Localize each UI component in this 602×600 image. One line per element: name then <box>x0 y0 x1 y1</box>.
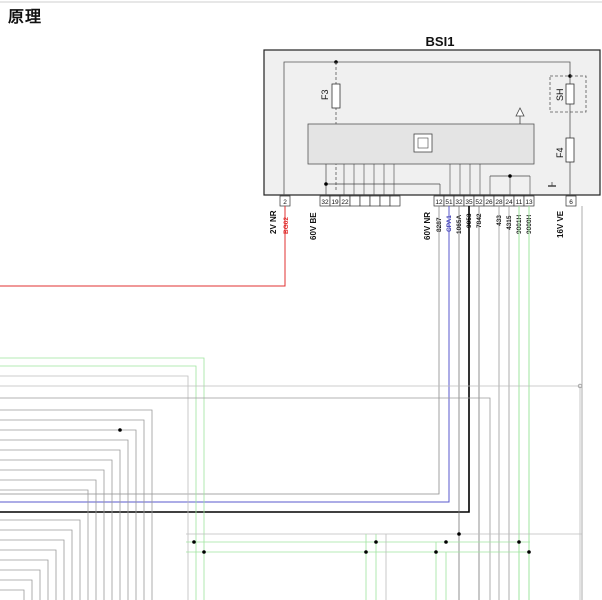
junction-node <box>202 550 206 554</box>
bsi1-module-box <box>263 49 601 196</box>
wire-code: 7842 <box>476 213 483 228</box>
pin-number: 13 <box>525 199 533 206</box>
pin-number: 32 <box>321 199 329 206</box>
pin-number: 12 <box>435 199 443 206</box>
chip-icon <box>413 133 433 153</box>
pin-number: 26 <box>485 199 493 206</box>
schematic-canvas: 原理 BSI1 F3 SH F4 2 32 19 22 12 51 32 35 … <box>0 0 602 600</box>
junction-node <box>118 428 122 432</box>
pin-box-empty <box>359 195 371 207</box>
connector-label: 16V VE <box>556 210 565 238</box>
fuse-f3-label: F3 <box>320 89 330 100</box>
wire-bg02 <box>0 206 286 287</box>
pin-box-empty <box>389 195 401 207</box>
pin-box-empty <box>379 195 391 207</box>
pin-number: 2 <box>283 199 287 206</box>
connector-label: 60V NR <box>423 212 432 240</box>
wire-8287 <box>0 206 440 495</box>
pin-number: 24 <box>505 199 513 206</box>
pin-number: 52 <box>475 199 483 206</box>
pin-number: 35 <box>465 199 473 206</box>
shunt-element <box>565 83 575 105</box>
wire-code: 8287 <box>436 217 443 232</box>
pin-number: 22 <box>341 199 349 206</box>
junction-node <box>444 540 448 544</box>
internal-node <box>324 182 328 186</box>
wire-code: 433 <box>496 215 503 226</box>
wire-9053 <box>0 206 470 513</box>
connector-label: 60V BE <box>309 212 318 240</box>
junction-node <box>434 550 438 554</box>
junction-node <box>457 532 461 536</box>
bottom-cross-wires <box>186 533 582 600</box>
fuse-f3 <box>331 83 341 109</box>
internal-node <box>508 174 512 178</box>
fuse-f4-label: F4 <box>555 147 565 158</box>
junction-node <box>192 540 196 544</box>
fuse-f4 <box>565 137 575 163</box>
wire-code: 4315 <box>506 215 513 230</box>
left-wire-bundle <box>0 357 581 600</box>
wire-code: BG02 <box>283 217 290 234</box>
pin-box-empty <box>369 195 381 207</box>
pin-number: 51 <box>445 199 453 206</box>
connector-label: 2V NR <box>269 210 278 234</box>
junction-node <box>374 540 378 544</box>
pin-number: 6 <box>569 199 573 206</box>
pin-number: 32 <box>455 199 463 206</box>
shunt-label: SH <box>555 88 565 101</box>
pin-number: 28 <box>495 199 503 206</box>
wiring-diagram: F3 SH F4 2 32 19 22 12 51 32 35 52 26 28… <box>0 1 602 600</box>
wire-cpa1 <box>0 206 450 503</box>
junction-node <box>364 550 368 554</box>
pin-number: 11 <box>516 199 523 206</box>
pin-number: 19 <box>331 199 339 206</box>
junction-node <box>527 550 531 554</box>
pin-box-empty <box>349 195 361 207</box>
junction-node <box>517 540 521 544</box>
wire-code: 1065A <box>456 215 463 234</box>
